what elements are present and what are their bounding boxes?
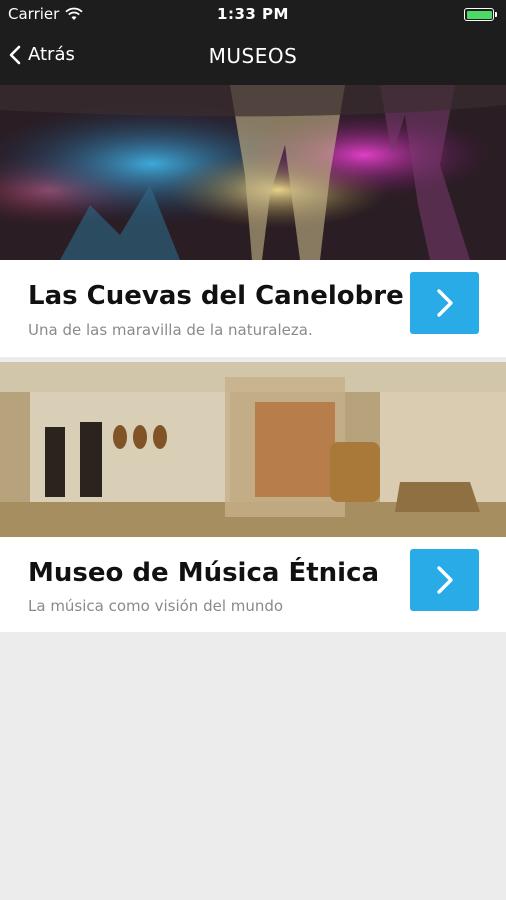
status-time: 1:33 PM: [217, 5, 289, 23]
chevron-right-icon: [436, 289, 453, 317]
open-museum-button[interactable]: [410, 549, 479, 611]
museum-subtitle: La música como visión del mundo: [28, 597, 284, 615]
page-title: MUSEOS: [208, 44, 298, 68]
music-museum-image[interactable]: [0, 362, 506, 537]
status-bar: Carrier 1:33 PM: [0, 0, 506, 30]
nav-bar: Atrás MUSEOS: [0, 30, 506, 85]
battery-icon: [464, 8, 497, 21]
chevron-right-icon: [436, 566, 453, 594]
museum-card-canelobre[interactable]: Las Cuevas del Canelobre Una de las mara…: [0, 85, 506, 357]
museum-card-musica-etnica[interactable]: Museo de Música Étnica La música como vi…: [0, 362, 506, 632]
open-museum-button[interactable]: [410, 272, 479, 334]
cave-image[interactable]: [0, 85, 506, 260]
museum-title: Las Cuevas del Canelobre: [28, 281, 404, 311]
museum-subtitle: Una de las maravilla de la naturaleza.: [28, 321, 313, 339]
museum-title: Museo de Música Étnica: [28, 558, 380, 588]
header: Carrier 1:33 PM Atrás MUSEOS: [0, 0, 506, 85]
